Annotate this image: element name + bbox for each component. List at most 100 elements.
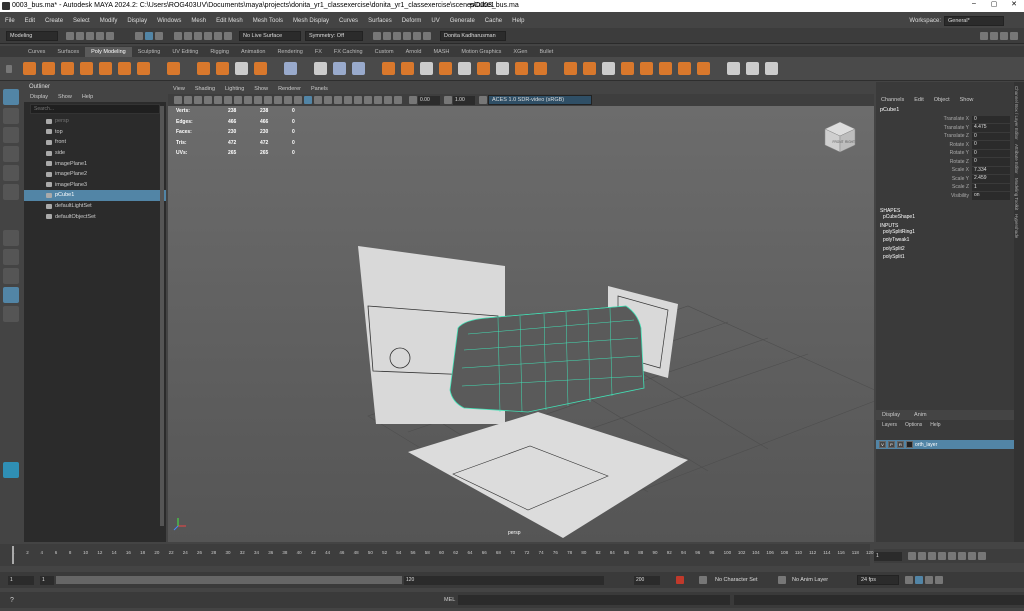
boolean-icon[interactable]: [382, 62, 395, 75]
input-node[interactable]: polySplitRing1: [876, 229, 1014, 238]
panel-menu-panels[interactable]: Panels: [311, 86, 328, 92]
render-current-icon[interactable]: [383, 31, 391, 40]
super-shape-icon[interactable]: [167, 62, 180, 75]
outliner-item-imageplane1[interactable]: imagePlane1: [24, 158, 166, 169]
outliner-scrollbar[interactable]: [160, 106, 164, 526]
shelf-tab-rendering[interactable]: Rendering: [271, 47, 308, 57]
antialiasing-icon[interactable]: [354, 96, 362, 104]
symmetry-dropdown[interactable]: Symmetry: Off: [305, 30, 363, 41]
menu-deform[interactable]: Deform: [402, 18, 422, 24]
offset-edge-loop-icon[interactable]: [621, 62, 634, 75]
auto-key-icon[interactable]: [676, 576, 684, 584]
xray-icon[interactable]: [384, 96, 392, 104]
layer-tab-anim[interactable]: Anim: [914, 412, 927, 418]
menu-edit[interactable]: Edit: [25, 18, 35, 24]
crease-tool-icon[interactable]: [727, 62, 740, 75]
channel-translate-x[interactable]: Translate X0: [876, 115, 1014, 124]
poly-cylinder-icon[interactable]: [61, 62, 74, 75]
rotate-tool-icon[interactable]: [3, 165, 19, 181]
layer-color-swatch[interactable]: [906, 441, 913, 448]
layer-row-orth-layer[interactable]: V P R orth_layer: [876, 440, 1014, 449]
new-scene-icon[interactable]: [66, 31, 74, 40]
channel-visibility[interactable]: Visibility on: [876, 192, 1014, 201]
shelf-tab-xgen[interactable]: XGen: [507, 47, 533, 57]
menu-windows[interactable]: Windows: [157, 18, 181, 24]
delete-edge-icon[interactable]: [697, 62, 710, 75]
channel-scale-x[interactable]: Scale X 7.334: [876, 166, 1014, 175]
channel-translate-y[interactable]: Translate Y 4.475: [876, 124, 1014, 133]
channel-rotate-x[interactable]: Rotate X0: [876, 141, 1014, 150]
step-forward-frame-icon[interactable]: [958, 552, 966, 560]
render-settings-icon[interactable]: [403, 31, 411, 40]
view-cube[interactable]: FRONT RIGHT: [823, 120, 857, 154]
side-tab-attribute-editor[interactable]: Attribute Editor: [1014, 144, 1019, 174]
shelf-tab-motion-graphics[interactable]: Motion Graphics: [455, 47, 507, 57]
outliner-item-persp[interactable]: persp: [24, 116, 166, 127]
poly-plane-icon[interactable]: [118, 62, 131, 75]
menu-modify[interactable]: Modify: [100, 18, 118, 24]
shelf-tab-poly-modeling[interactable]: Poly Modeling: [85, 46, 132, 57]
xray-joints-icon[interactable]: [394, 96, 402, 104]
layer-menu-layers[interactable]: Layers: [882, 422, 897, 428]
toggle-panel-icon[interactable]: [980, 31, 988, 40]
play-forwards-icon[interactable]: [948, 552, 956, 560]
modeling-toolkit-toggle-icon[interactable]: [990, 31, 998, 40]
outliner-item-imageplane3[interactable]: imagePlane3: [24, 180, 166, 191]
sculpt-tool-icon[interactable]: [746, 62, 759, 75]
play-backwards-icon[interactable]: [938, 552, 946, 560]
textured-icon[interactable]: [314, 96, 322, 104]
command-input[interactable]: [458, 595, 730, 605]
channel-object-name[interactable]: pCube1: [876, 105, 1014, 115]
menu-mesh[interactable]: Mesh: [191, 18, 206, 24]
minimize-button[interactable]: –: [964, 0, 984, 12]
panel-menu-view[interactable]: View: [173, 86, 185, 92]
multi-cut-icon[interactable]: [515, 62, 528, 75]
select-component-icon[interactable]: [155, 31, 163, 40]
extrude-icon[interactable]: [420, 62, 433, 75]
color-management-icon[interactable]: [479, 96, 487, 104]
make-live-icon[interactable]: [224, 31, 232, 40]
menu-select[interactable]: Select: [73, 18, 90, 24]
workspace-dropdown[interactable]: General*: [944, 16, 1004, 26]
fill-hole-icon[interactable]: [496, 62, 509, 75]
shelf-tab-fx[interactable]: FX: [309, 47, 328, 57]
merge-icon[interactable]: [678, 62, 691, 75]
panel-menu-renderer[interactable]: Renderer: [278, 86, 301, 92]
menu-display[interactable]: Display: [127, 18, 147, 24]
snap-point-icon[interactable]: [194, 31, 202, 40]
snap-view-plane-icon[interactable]: [214, 31, 222, 40]
circularize-icon[interactable]: [640, 62, 653, 75]
layer-visibility-toggle[interactable]: V: [879, 441, 886, 448]
select-tool-icon[interactable]: [3, 89, 19, 105]
go-to-start-icon[interactable]: [908, 552, 916, 560]
outliner-menu-help[interactable]: Help: [82, 94, 93, 100]
menu-generate[interactable]: Generate: [450, 18, 475, 24]
snap-grid-icon[interactable]: [174, 31, 182, 40]
maximize-button[interactable]: ▢: [984, 0, 1004, 12]
render-view-icon[interactable]: [373, 31, 381, 40]
channel-rotate-y[interactable]: Rotate Y0: [876, 149, 1014, 158]
paint-select-tool-icon[interactable]: [3, 127, 19, 143]
shelf-tab-sculpting[interactable]: Sculpting: [132, 47, 167, 57]
gamma-field[interactable]: 1.00: [453, 95, 475, 105]
anim-layer-icon[interactable]: [778, 576, 786, 584]
shelf-tab-custom[interactable]: Custom: [369, 47, 400, 57]
svg-tool-icon[interactable]: [254, 62, 267, 75]
channel-tab-object[interactable]: Object: [934, 97, 950, 103]
channel-scale-y[interactable]: Scale Y 2.459: [876, 175, 1014, 184]
maya-home-icon[interactable]: [3, 462, 19, 478]
outliner-item-front[interactable]: front: [24, 137, 166, 148]
wireframe-on-shaded-icon[interactable]: [304, 96, 312, 104]
attribute-editor-toggle-icon[interactable]: [1010, 31, 1018, 40]
search-icon[interactable]: [3, 306, 19, 322]
shelf-tab-uv-editing[interactable]: UV Editing: [166, 47, 204, 57]
shelf-tab-rigging[interactable]: Rigging: [204, 47, 235, 57]
menu-mesh-display[interactable]: Mesh Display: [293, 18, 329, 24]
outliner-search-input[interactable]: Search...: [30, 104, 160, 114]
outliner-item-side[interactable]: side: [24, 148, 166, 159]
fps-dropdown[interactable]: 24 fps: [857, 575, 899, 585]
outliner-menu-display[interactable]: Display: [30, 94, 48, 100]
four-view-layout-icon[interactable]: [3, 249, 19, 265]
menu-create[interactable]: Create: [45, 18, 63, 24]
grid-toggle-icon[interactable]: [214, 96, 222, 104]
